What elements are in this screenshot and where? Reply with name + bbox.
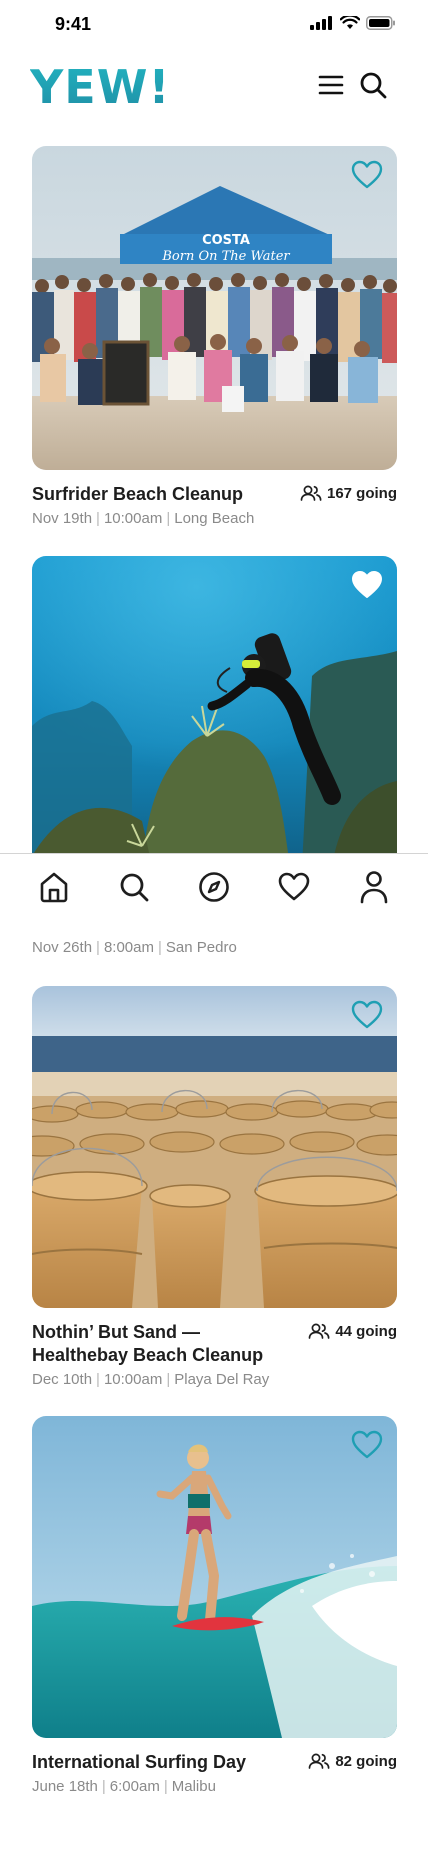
tent-banner-text: Born On The Water bbox=[161, 249, 290, 264]
tab-search[interactable] bbox=[114, 867, 154, 907]
event-time: 6:00am bbox=[109, 1778, 160, 1795]
event-title[interactable]: Surfrider Beach Cleanup bbox=[32, 483, 282, 506]
meta-divider: | bbox=[96, 1371, 100, 1388]
surfer-photo bbox=[32, 1416, 397, 1738]
scuba-reef-photo bbox=[32, 556, 397, 866]
heart-icon[interactable] bbox=[351, 1000, 383, 1030]
event-location: San Pedro bbox=[165, 939, 237, 956]
beach-cleanup-photo: COSTA Born On The Water bbox=[32, 146, 397, 470]
users-icon bbox=[308, 1323, 330, 1339]
event-date: Nov 26th bbox=[32, 939, 93, 956]
battery-icon bbox=[366, 16, 395, 30]
event-time: 8:00am bbox=[103, 939, 154, 956]
search-icon bbox=[360, 72, 387, 99]
menu-icon bbox=[318, 75, 344, 95]
user-icon bbox=[360, 870, 388, 903]
event-meta: Nov 26th | 8:00am | San Pedro bbox=[32, 939, 237, 956]
heart-icon bbox=[278, 872, 310, 900]
going-label: 82 going bbox=[335, 1752, 397, 1770]
search-icon bbox=[120, 873, 149, 901]
meta-divider: | bbox=[158, 939, 162, 956]
event-image[interactable] bbox=[32, 986, 397, 1308]
event-meta: Dec 10th | 10:00am | Playa Del Ray bbox=[32, 1371, 397, 1388]
event-location: Malibu bbox=[171, 1778, 216, 1795]
tent-brand-text: COSTA bbox=[202, 233, 250, 248]
meta-divider: | bbox=[166, 510, 171, 527]
meta-divider: | bbox=[166, 1371, 171, 1388]
event-card[interactable]: COSTA Born On The Water Surfrider Beach … bbox=[32, 146, 397, 527]
event-date: Nov 19th bbox=[32, 510, 93, 527]
event-date: Dec 10th bbox=[32, 1371, 93, 1388]
compass-icon bbox=[199, 871, 229, 902]
meta-divider: | bbox=[96, 939, 100, 956]
event-image[interactable] bbox=[32, 556, 397, 866]
event-time: 10:00am bbox=[103, 510, 163, 527]
event-card[interactable]: Nothin’ But Sand — Healthebay Beach Clea… bbox=[32, 986, 397, 1388]
tab-explore[interactable] bbox=[194, 867, 234, 907]
meta-divider: | bbox=[163, 1778, 168, 1795]
event-date: June 18th bbox=[32, 1778, 98, 1795]
heart-icon[interactable] bbox=[351, 160, 383, 190]
users-icon bbox=[300, 485, 322, 501]
meta-divider: | bbox=[101, 1778, 106, 1795]
event-card[interactable] bbox=[32, 556, 397, 866]
tab-home[interactable] bbox=[34, 867, 74, 907]
event-title[interactable]: International Surfing Day bbox=[32, 1751, 282, 1774]
tab-favorites[interactable] bbox=[274, 867, 314, 907]
app-logo: YEW! bbox=[30, 60, 171, 114]
event-title[interactable]: Nothin’ But Sand — Healthebay Beach Clea… bbox=[32, 1321, 282, 1367]
event-location: Playa Del Ray bbox=[174, 1371, 270, 1388]
wifi-icon bbox=[340, 16, 360, 29]
menu-button[interactable] bbox=[316, 70, 346, 100]
bottom-tab-bar bbox=[0, 853, 428, 919]
meta-divider: | bbox=[96, 510, 100, 527]
heart-icon-filled[interactable] bbox=[351, 570, 383, 600]
going-label: 167 going bbox=[326, 484, 397, 502]
tab-profile[interactable] bbox=[354, 867, 394, 907]
event-image[interactable]: COSTA Born On The Water bbox=[32, 146, 397, 470]
heart-icon[interactable] bbox=[351, 1430, 383, 1460]
attendee-count: 167 going bbox=[300, 484, 397, 502]
buckets-beach-photo bbox=[32, 986, 397, 1308]
event-location: Long Beach bbox=[174, 510, 255, 527]
home-icon bbox=[40, 872, 68, 902]
attendee-count: 44 going bbox=[308, 1322, 397, 1340]
signal-icon bbox=[310, 16, 332, 30]
attendee-count: 82 going bbox=[308, 1752, 397, 1770]
status-icons bbox=[310, 16, 396, 30]
event-time: 10:00am bbox=[103, 1371, 163, 1388]
header-actions bbox=[316, 70, 388, 100]
event-card[interactable]: International Surfing Day 82 going June … bbox=[32, 1416, 397, 1795]
going-label: 44 going bbox=[335, 1322, 397, 1340]
app-header: YEW! bbox=[0, 50, 428, 140]
event-meta: Nov 19th | 10:00am | Long Beach bbox=[32, 510, 397, 527]
event-meta: June 18th | 6:00am | Malibu bbox=[32, 1778, 397, 1795]
users-icon bbox=[308, 1753, 330, 1769]
status-bar: 9:41 bbox=[0, 0, 428, 50]
event-image[interactable] bbox=[32, 1416, 397, 1738]
search-button[interactable] bbox=[358, 70, 388, 100]
status-time: 9:41 bbox=[55, 14, 92, 34]
